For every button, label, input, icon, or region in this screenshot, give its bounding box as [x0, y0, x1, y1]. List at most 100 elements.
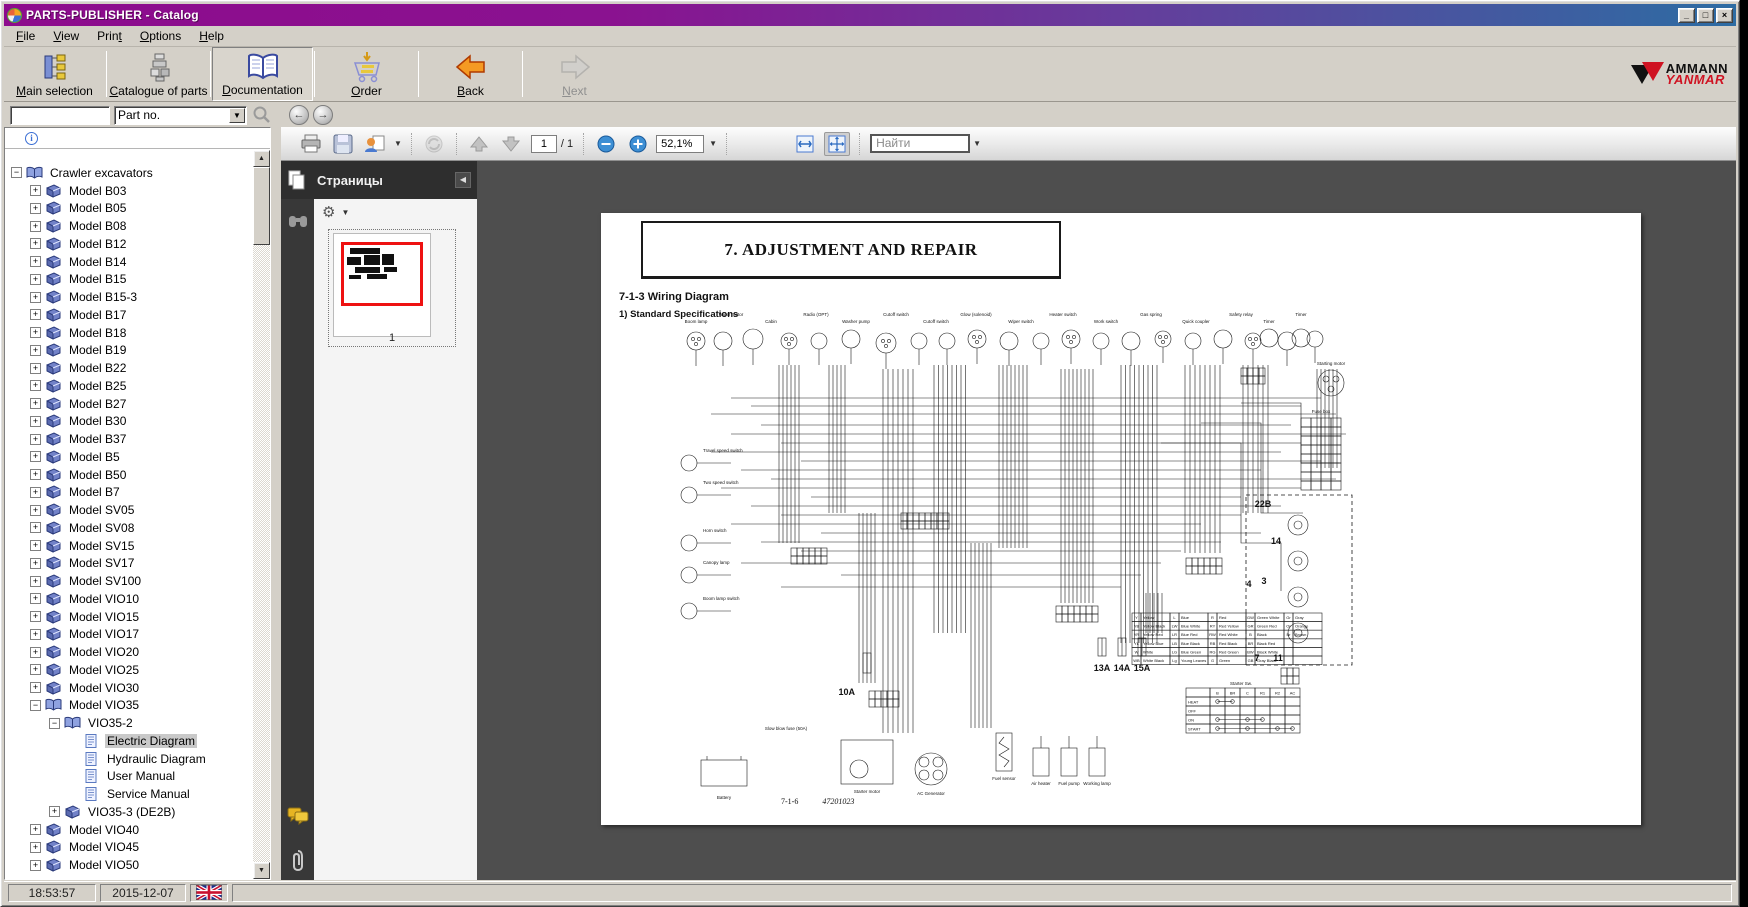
- toolbar-button-main-selection[interactable]: Main selection: [4, 47, 105, 101]
- search-icon[interactable]: [251, 104, 273, 126]
- history-forward-button[interactable]: →: [313, 105, 333, 125]
- tree-node-model-b18[interactable]: + Model B18: [5, 324, 253, 342]
- menu-print[interactable]: Print: [89, 27, 130, 45]
- expander-plus-icon[interactable]: +: [30, 256, 41, 267]
- expander-plus-icon[interactable]: +: [30, 363, 41, 374]
- tree-node-model-b7[interactable]: + Model B7: [5, 484, 253, 502]
- tree-node-label[interactable]: Model B14: [67, 255, 128, 269]
- expander-plus-icon[interactable]: +: [30, 416, 41, 427]
- tree-node-electric-diagram[interactable]: Electric Diagram: [5, 732, 253, 750]
- expander-plus-icon[interactable]: +: [30, 860, 41, 871]
- expander-plus-icon[interactable]: +: [30, 238, 41, 249]
- tree-node-model-vio30[interactable]: + Model VIO30: [5, 679, 253, 697]
- menu-options[interactable]: Options: [132, 27, 189, 45]
- tree-node-label[interactable]: Model B27: [67, 397, 128, 411]
- tree-node-model-b08[interactable]: + Model B08: [5, 217, 253, 235]
- tree-node-model-b17[interactable]: + Model B17: [5, 306, 253, 324]
- expander-plus-icon[interactable]: +: [30, 185, 41, 196]
- toolbar-button-catalogue-of-parts[interactable]: Catalogue of parts: [108, 47, 209, 101]
- tree-node-model-b50[interactable]: + Model B50: [5, 466, 253, 484]
- tree-node-model-b05[interactable]: + Model B05: [5, 200, 253, 218]
- tree-node-model-vio45[interactable]: + Model VIO45: [5, 839, 253, 857]
- binoculars-icon[interactable]: [281, 213, 314, 229]
- expander-plus-icon[interactable]: +: [30, 842, 41, 853]
- expander-plus-icon[interactable]: +: [30, 451, 41, 462]
- expander-plus-icon[interactable]: +: [30, 380, 41, 391]
- tree-node-label[interactable]: Electric Diagram: [105, 734, 197, 748]
- tree-node-label[interactable]: Model B19: [67, 343, 128, 357]
- tree-node-model-b12[interactable]: + Model B12: [5, 235, 253, 253]
- find-dropdown-icon[interactable]: ▼: [973, 139, 981, 148]
- tree-node-label[interactable]: Model SV100: [67, 574, 143, 588]
- tree-node-label[interactable]: Model SV17: [67, 556, 136, 570]
- tree-node-model-b22[interactable]: + Model B22: [5, 359, 253, 377]
- comments-icon[interactable]: [281, 807, 314, 825]
- tree-node-label[interactable]: Service Manual: [105, 787, 192, 801]
- fit-width-icon[interactable]: [792, 132, 818, 156]
- expander-plus-icon[interactable]: +: [30, 221, 41, 232]
- tree-node-model-b15[interactable]: + Model B15: [5, 271, 253, 289]
- expander-plus-icon[interactable]: +: [30, 611, 41, 622]
- expander-minus-icon[interactable]: −: [11, 167, 22, 178]
- tree-node-model-sv15[interactable]: + Model SV15: [5, 537, 253, 555]
- scroll-down-icon[interactable]: ▼: [253, 862, 270, 879]
- fit-page-icon[interactable]: [824, 132, 850, 156]
- tree-node-label[interactable]: Model VIO10: [67, 592, 141, 606]
- tree-node-model-vio17[interactable]: + Model VIO17: [5, 626, 253, 644]
- tree-node-label[interactable]: Model VIO50: [67, 858, 141, 872]
- tree-node-label[interactable]: VIO35-3 (DE2B): [86, 805, 177, 819]
- tree-node-label[interactable]: Model SV15: [67, 539, 136, 553]
- tree-node-model-sv17[interactable]: + Model SV17: [5, 555, 253, 573]
- history-back-button[interactable]: ←: [289, 105, 309, 125]
- tree-node-model-b30[interactable]: + Model B30: [5, 413, 253, 431]
- tree-node-service-manual[interactable]: Service Manual: [5, 785, 253, 803]
- tree-node-crawler-excavators[interactable]: − Crawler excavators: [5, 164, 253, 182]
- toolbar-button-documentation[interactable]: Documentation: [212, 47, 313, 101]
- tree-node-label[interactable]: Model SV08: [67, 521, 136, 535]
- part-number-input[interactable]: [10, 106, 110, 125]
- expander-plus-icon[interactable]: +: [30, 292, 41, 303]
- tree-node-model-b19[interactable]: + Model B19: [5, 342, 253, 360]
- tree-node-label[interactable]: Model B7: [67, 485, 122, 499]
- expander-minus-icon[interactable]: −: [30, 700, 41, 711]
- tree-node-label[interactable]: Model B08: [67, 219, 128, 233]
- expander-plus-icon[interactable]: +: [30, 576, 41, 587]
- page-thumbnail-container[interactable]: 1: [328, 229, 456, 347]
- tree-node-label[interactable]: Model B18: [67, 326, 128, 340]
- tree-node-label[interactable]: Model B17: [67, 308, 128, 322]
- tree-node-label[interactable]: Model VIO35: [67, 698, 141, 712]
- tree-node-user-manual[interactable]: User Manual: [5, 768, 253, 786]
- expander-plus-icon[interactable]: +: [30, 664, 41, 675]
- tree-node-model-sv08[interactable]: + Model SV08: [5, 519, 253, 537]
- share-icon[interactable]: [363, 133, 387, 155]
- scroll-up-icon[interactable]: ▲: [253, 150, 270, 167]
- expander-plus-icon[interactable]: +: [30, 505, 41, 516]
- expander-minus-icon[interactable]: −: [49, 718, 60, 729]
- expander-plus-icon[interactable]: +: [30, 647, 41, 658]
- tree-node-label[interactable]: Model B15: [67, 272, 128, 286]
- scrollbar-thumb[interactable]: [253, 167, 270, 245]
- tree-node-model-b03[interactable]: + Model B03: [5, 182, 253, 200]
- tree-node-label[interactable]: Model VIO25: [67, 663, 141, 677]
- tree-node-vio35-2[interactable]: − VIO35-2: [5, 714, 253, 732]
- tree-node-label[interactable]: Model B50: [67, 468, 128, 482]
- tree-node-model-b15-3[interactable]: + Model B15-3: [5, 288, 253, 306]
- expander-plus-icon[interactable]: +: [30, 824, 41, 835]
- tree-node-label[interactable]: Model VIO40: [67, 823, 141, 837]
- tree-node-model-b14[interactable]: + Model B14: [5, 253, 253, 271]
- tree-scrollbar[interactable]: ▲ ▼: [253, 150, 270, 879]
- zoom-level-input[interactable]: 52,1%: [656, 135, 704, 153]
- close-button[interactable]: ×: [1716, 8, 1733, 23]
- minimize-button[interactable]: _: [1678, 8, 1695, 23]
- toolbar-button-order[interactable]: Order: [316, 47, 417, 101]
- tree-node-model-sv100[interactable]: + Model SV100: [5, 572, 253, 590]
- page-thumbnail[interactable]: [334, 234, 430, 336]
- tree-node-vio35-3-de2b-[interactable]: + VIO35-3 (DE2B): [5, 803, 253, 821]
- expander-plus-icon[interactable]: +: [30, 540, 41, 551]
- tree-node-label[interactable]: Hydraulic Diagram: [105, 752, 208, 766]
- toolbar-button-back[interactable]: Back: [420, 47, 521, 101]
- maximize-button[interactable]: □: [1697, 8, 1714, 23]
- tree-node-model-b25[interactable]: + Model B25: [5, 377, 253, 395]
- share-dropdown-icon[interactable]: ▼: [394, 139, 402, 148]
- zoom-out-icon[interactable]: [594, 133, 618, 155]
